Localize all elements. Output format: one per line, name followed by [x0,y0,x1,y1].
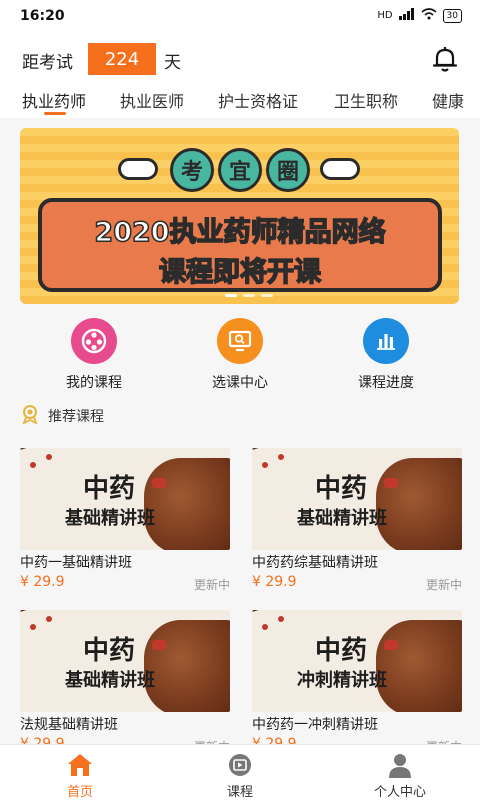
thumbnail-subtitle: 冲刺精讲班 [297,670,387,691]
course-name: 法规基础精讲班 [20,717,118,733]
pointing-hand-icon [118,158,158,180]
course-card[interactable]: 中药 冲刺精讲班 中药药一冲刺精讲班 ¥ 29.9 更新中 [252,610,462,760]
battery-icon: 30 [442,8,462,23]
thumbnail-title: 中药 [82,474,135,504]
blossom-decoration [278,454,284,460]
status-bar: 16:20 HD 30 [0,0,480,34]
course-name: 中药药综基础精讲班 [252,555,378,571]
status-time: 16:20 [20,8,65,24]
feature-label: 课程进度 [358,375,414,391]
course-card[interactable]: 中药 基础精讲班 法规基础精讲班 ¥ 29.9 更新中 [20,610,230,760]
course-price: ¥ 29.9 [252,574,297,590]
nav-label: 个人中心 [373,785,426,800]
countdown-suffix: 天 [164,53,181,73]
blossom-decoration [30,624,36,630]
feature-label: 我的课程 [66,375,122,391]
blossom-decoration [46,616,52,622]
thumbnail-title: 中药 [82,636,135,666]
brand-char: 宜 [218,148,262,192]
monitor-search-icon [217,318,263,364]
film-reel-icon [71,318,117,364]
bottom-nav: 首页 课程 个人中心 [0,744,480,800]
nav-home[interactable]: 首页 [0,751,160,800]
course-thumbnail: 中药 基础精讲班 [252,448,462,550]
play-icon [224,751,256,779]
thumbnail-subtitle: 基础精讲班 [65,670,155,691]
wifi-icon [421,8,437,23]
tab-health[interactable]: 健康 [432,88,464,112]
thumbnail-title: 中药 [314,636,367,666]
user-icon [384,751,416,779]
banner-plate: 2020执业药师精品网络 课程即将开课 [38,198,442,292]
feature-course-center[interactable]: 选课中心 [180,318,300,392]
tab-pharmacist[interactable]: 执业药师 [22,88,86,112]
blossom-decoration [278,616,284,622]
medal-icon [20,404,40,428]
course-price: ¥ 29.9 [20,574,65,590]
signal-icon [398,8,415,23]
nav-courses[interactable]: 课程 [160,751,320,800]
brand-char: 考 [170,148,214,192]
blossom-decoration [30,462,36,468]
home-icon [64,751,96,779]
status-icons: HD 30 [377,8,462,23]
recommended-heading: 推荐课程 [20,404,104,428]
bell-icon[interactable] [430,44,460,74]
feature-my-courses[interactable]: 我的课程 [34,318,154,392]
course-thumbnail: 中药 冲刺精讲班 [252,610,462,712]
tab-nurse[interactable]: 护士资格证 [218,88,298,112]
bar-chart-icon [363,318,409,364]
promo-banner[interactable]: 考 宜 圈 2020执业药师精品网络 课程即将开课 [20,128,459,304]
pagination-dot [243,294,255,297]
nav-profile[interactable]: 个人中心 [320,751,480,800]
course-status: 更新中 [193,578,230,592]
pagination-dot [261,294,273,297]
banner-line-2: 课程即将开课 [158,256,322,289]
thumbnail-subtitle: 基础精讲班 [65,508,155,529]
network-label: HD [377,10,393,21]
course-thumbnail: 中药 基础精讲班 [20,448,230,550]
course-name: 中药一基础精讲班 [20,555,132,571]
banner-brand: 考 宜 圈 [118,144,362,194]
feature-shortcuts: 我的课程 选课中心 课程进度 [0,318,480,398]
course-status: 更新中 [425,578,462,592]
brand-char: 圈 [266,148,310,192]
tab-indicator [44,112,66,115]
banner-line-1: 2020执业药师精品网络 [94,216,387,249]
course-card[interactable]: 中药 基础精讲班 中药药综基础精讲班 ¥ 29.9 更新中 [252,448,462,598]
blossom-decoration [262,624,268,630]
nav-label: 首页 [66,785,93,800]
section-title: 推荐课程 [48,409,104,425]
countdown-days: 224 [88,43,156,75]
blossom-decoration [46,454,52,460]
pagination-dot [225,294,237,297]
feature-label: 选课中心 [212,375,268,391]
category-tabs: 执业药师 执业医师 护士资格证 卫生职称 健康 [0,84,480,118]
countdown-prefix: 距考试 [22,53,73,73]
feature-progress[interactable]: 课程进度 [326,318,446,392]
course-card[interactable]: 中药 基础精讲班 中药一基础精讲班 ¥ 29.9 更新中 [20,448,230,598]
pointing-hand-icon [320,158,360,180]
blossom-decoration [262,462,268,468]
tab-physician[interactable]: 执业医师 [120,88,184,112]
nav-label: 课程 [226,785,253,800]
banner-pagination [225,294,273,297]
tab-health-title[interactable]: 卫生职称 [334,88,398,112]
course-name: 中药药一冲刺精讲班 [252,717,378,733]
thumbnail-title: 中药 [314,474,367,504]
top-bar: 距考试 224 天 [0,34,480,84]
course-thumbnail: 中药 基础精讲班 [20,610,230,712]
thumbnail-subtitle: 基础精讲班 [297,508,387,529]
